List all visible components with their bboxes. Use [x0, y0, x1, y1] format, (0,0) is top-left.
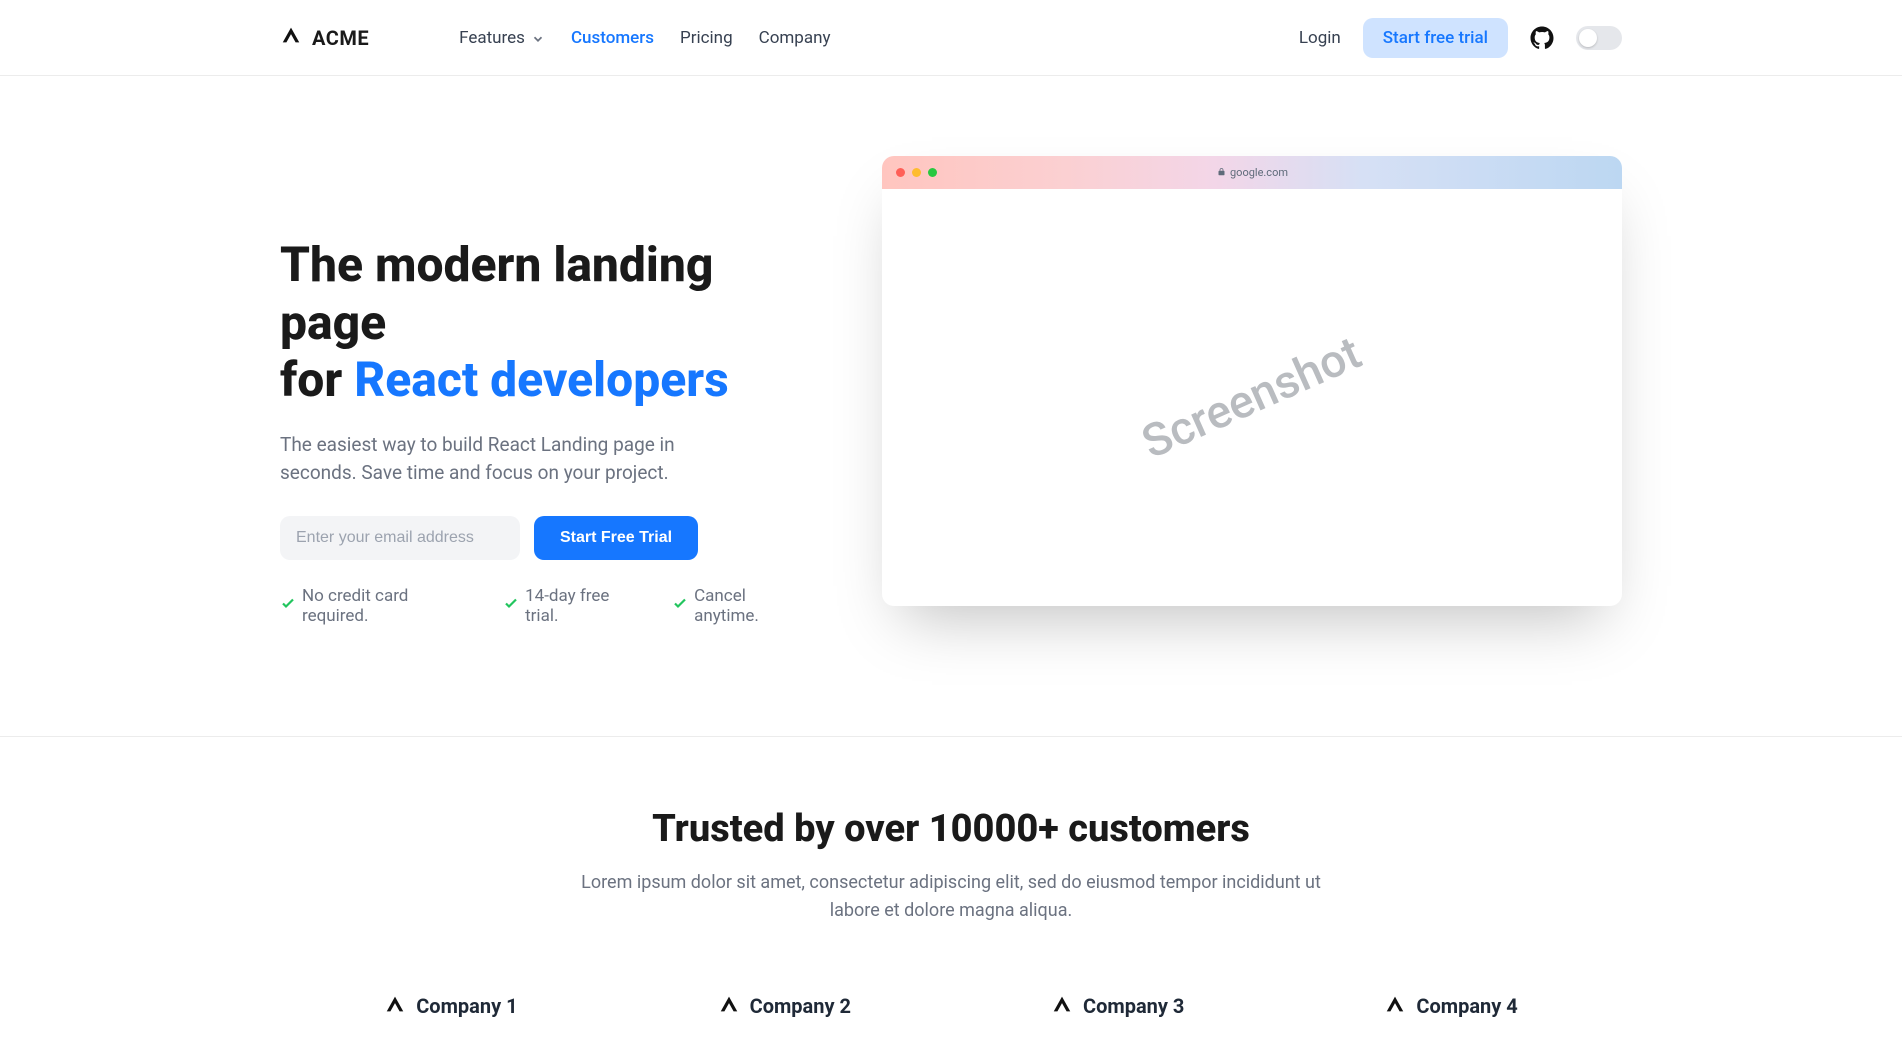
company-name: Company 3	[1083, 994, 1184, 1018]
hero-title: The modern landing page for React develo…	[280, 236, 812, 409]
browser-placeholder-text: Screenshot	[1134, 325, 1369, 469]
hero-checks: No credit card required. 14-day free tri…	[280, 586, 812, 626]
nav-right: Login Start free trial	[1299, 18, 1622, 58]
traffic-light-yellow-icon	[912, 168, 921, 177]
company-row: Company 1 Company 2 Company 3 Company 4	[0, 993, 1902, 1020]
check-icon	[503, 595, 519, 616]
company-logo-icon	[1051, 993, 1073, 1020]
start-free-trial-button[interactable]: Start free trial	[1363, 18, 1508, 58]
chevron-down-icon	[531, 31, 545, 45]
hero-check-label: 14-day free trial.	[525, 586, 644, 626]
brand-name: ACME	[312, 26, 369, 50]
company-logo: Company 2	[718, 993, 851, 1020]
brand-logo-icon	[280, 24, 302, 51]
company-name: Company 4	[1416, 994, 1517, 1018]
company-logo: Company 3	[1051, 993, 1184, 1020]
nav-item-label: Features	[459, 28, 525, 48]
traffic-light-red-icon	[896, 168, 905, 177]
browser-url: google.com	[945, 166, 1560, 179]
company-logo: Company 4	[1384, 993, 1517, 1020]
hero-title-line2-pre: for	[280, 351, 354, 408]
browser-mockup: google.com Screenshot	[882, 156, 1622, 606]
hero-check-item: No credit card required.	[280, 586, 475, 626]
company-logo-icon	[1384, 993, 1406, 1020]
hero-title-line1: The modern landing page	[280, 236, 812, 351]
company-logo-icon	[718, 993, 740, 1020]
nav-item-pricing[interactable]: Pricing	[680, 28, 733, 48]
hero-check-label: No credit card required.	[302, 586, 475, 626]
nav-links: Features Customers Pricing Company	[459, 28, 830, 48]
github-icon[interactable]	[1530, 26, 1554, 50]
nav-item-features[interactable]: Features	[459, 28, 545, 48]
browser-url-text: google.com	[1230, 166, 1288, 179]
hero-right: google.com Screenshot	[882, 156, 1622, 606]
start-free-trial-button[interactable]: Start Free Trial	[534, 516, 698, 560]
email-input[interactable]	[280, 516, 520, 560]
navbar: ACME Features Customers Pricing Company …	[0, 0, 1902, 76]
company-name: Company 1	[416, 994, 517, 1018]
hero-title-highlight: React developers	[354, 351, 729, 408]
trusted-title: Trusted by over 10000+ customers	[0, 807, 1902, 851]
check-icon	[672, 595, 688, 616]
brand[interactable]: ACME	[280, 24, 369, 51]
company-name: Company 2	[750, 994, 851, 1018]
hero-check-item: 14-day free trial.	[503, 586, 644, 626]
browser-body: Screenshot	[882, 189, 1622, 606]
nav-item-label: Pricing	[680, 28, 733, 48]
hero-check-label: Cancel anytime.	[694, 586, 812, 626]
company-logo-icon	[384, 993, 406, 1020]
traffic-light-green-icon	[928, 168, 937, 177]
hero-left: The modern landing page for React develo…	[280, 156, 812, 626]
hero-subtitle: The easiest way to build React Landing p…	[280, 431, 680, 488]
nav-item-customers[interactable]: Customers	[571, 28, 654, 48]
lock-icon	[1217, 166, 1226, 179]
traffic-lights	[896, 168, 937, 177]
trusted-section: Trusted by over 10000+ customers Lorem i…	[0, 737, 1902, 1060]
hero-check-item: Cancel anytime.	[672, 586, 812, 626]
theme-toggle[interactable]	[1576, 26, 1622, 50]
hero: The modern landing page for React develo…	[0, 76, 1902, 737]
login-link[interactable]: Login	[1299, 28, 1341, 48]
check-icon	[280, 595, 296, 616]
browser-chrome: google.com	[882, 156, 1622, 189]
company-logo: Company 1	[384, 993, 517, 1020]
nav-item-label: Customers	[571, 28, 654, 48]
nav-item-label: Company	[759, 28, 831, 48]
hero-form: Start Free Trial	[280, 516, 812, 560]
nav-item-company[interactable]: Company	[759, 28, 831, 48]
trusted-subtitle: Lorem ipsum dolor sit amet, consectetur …	[561, 869, 1341, 925]
